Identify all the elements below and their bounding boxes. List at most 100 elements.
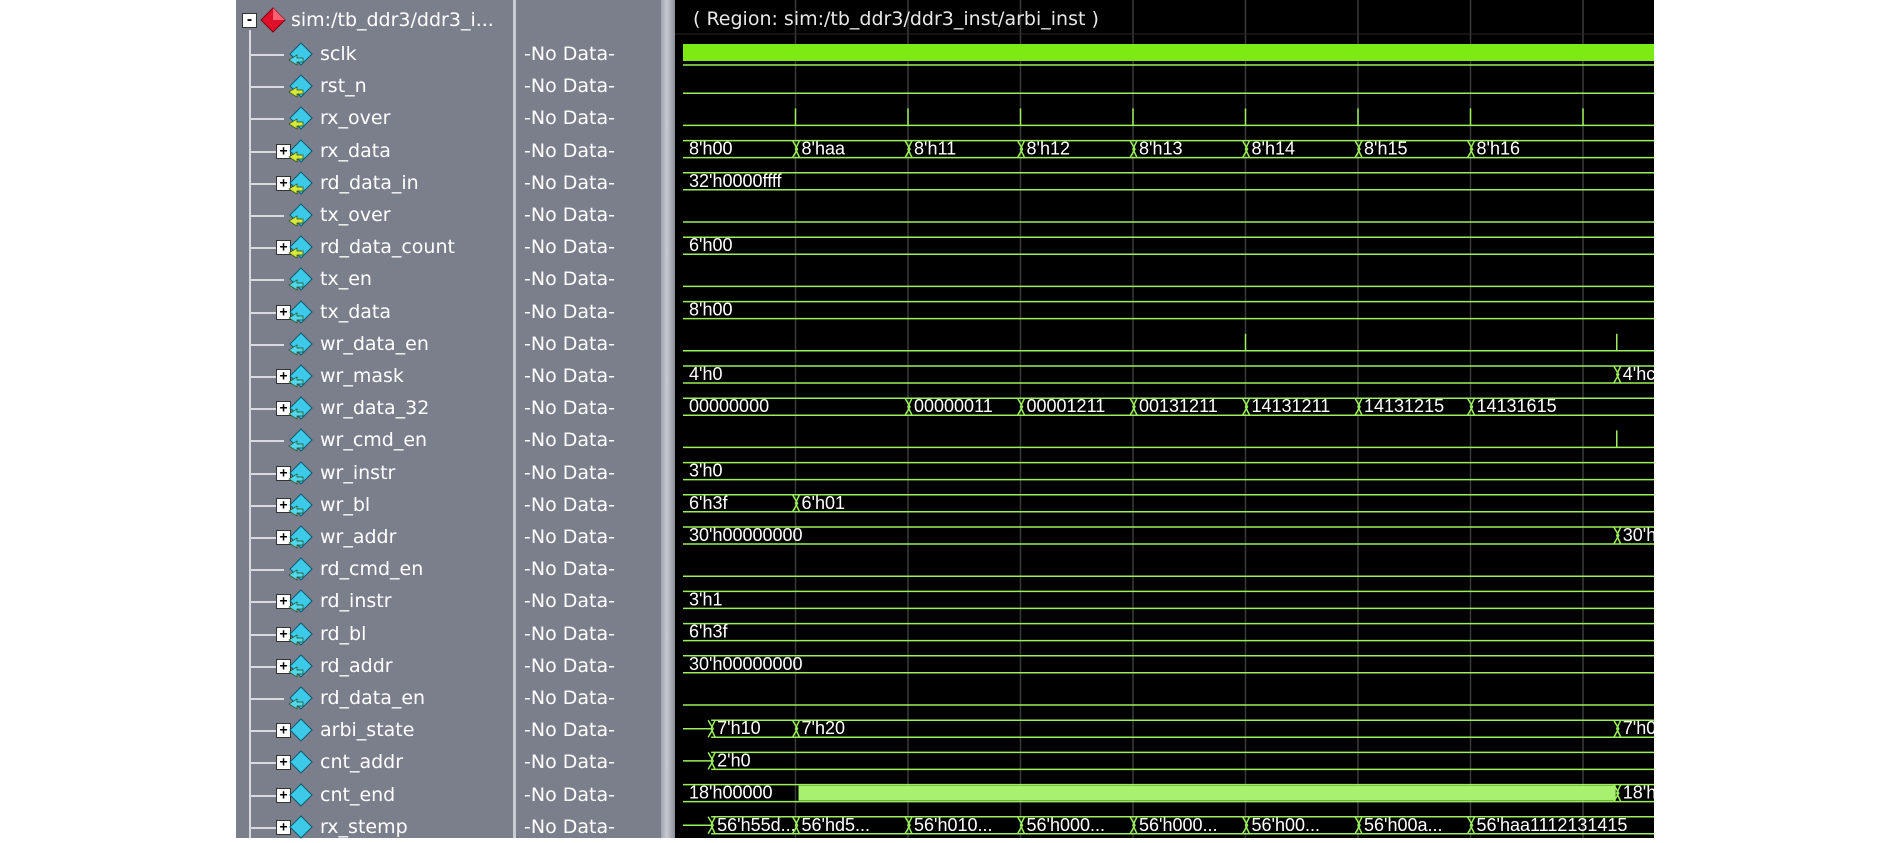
signal-row-rd-instr[interactable]: + rd_instr — [236, 585, 513, 617]
signal-row-rd-addr[interactable]: + rd_addr — [236, 650, 513, 682]
signal-row-wr-data-en[interactable]: wr_data_en — [236, 328, 513, 360]
signal-name: wr_instr — [320, 461, 396, 484]
bus-value-label: 56'h010... — [914, 815, 993, 835]
wave-wr-data-32[interactable]: 00000000 00000011 00001211 00131211 14131211… — [683, 396, 1654, 416]
bus-value-label: 7'h0 — [1623, 718, 1654, 738]
signal-name: wr_cmd_en — [320, 429, 428, 452]
signal-icon — [288, 74, 313, 98]
signal-value: -No Data- — [524, 397, 615, 420]
signal-row-arbi-state[interactable]: + arbi_state — [236, 714, 513, 746]
bus-value-label: 3'h1 — [689, 589, 722, 609]
signal-row-tx-over[interactable]: tx_over — [236, 199, 513, 231]
value-row: -No Data- — [516, 296, 661, 328]
signal-name: rst_n — [320, 75, 367, 98]
bus-value-label: 8'h00 — [689, 300, 732, 320]
signal-row-rd-data-in[interactable]: + rd_data_in — [236, 167, 513, 199]
signal-name: rd_data_count — [320, 236, 455, 259]
value-row: -No Data- — [516, 585, 661, 617]
bus-value-label: 8'h16 — [1477, 139, 1520, 159]
wave-rd-addr[interactable]: 30'h00000000 — [683, 654, 1654, 674]
signal-name: rx_data — [320, 139, 391, 162]
signal-value: -No Data- — [524, 332, 615, 355]
root-row[interactable]: - sim:/tb_ddr3/ddr3_i... — [236, 4, 513, 36]
bus-value-label: 00000011 — [914, 396, 993, 416]
signal-row-wr-addr[interactable]: + wr_addr — [236, 521, 513, 553]
wave-wr-addr[interactable]: 30'h00000000 30'h — [683, 525, 1654, 545]
value-row: -No Data- — [516, 521, 661, 553]
wave-rd-instr[interactable]: 3'h1 — [683, 589, 1654, 609]
value-pane: -No Data- -No Data- -No Data- -No Data- -No … — [516, 0, 661, 838]
signal-value: -No Data- — [524, 365, 615, 387]
signal-row-rd-data-en[interactable]: rd_data_en — [236, 682, 513, 714]
wave-tx-data[interactable]: 8'h00 — [683, 300, 1654, 320]
value-row: -No Data- — [516, 199, 661, 231]
bus-value-label: 7'h10 — [717, 718, 760, 738]
bus-value-label: 8'h11 — [914, 139, 956, 159]
bus-value-label: 14131615 — [1477, 396, 1557, 416]
tree-branch — [250, 215, 284, 217]
signal-row-wr-mask[interactable]: + wr_mask — [236, 360, 513, 392]
wave-rd-data-count[interactable]: 6'h00 — [683, 235, 1654, 255]
bus-transition — [1613, 719, 1622, 738]
wave-sclk[interactable] — [683, 44, 1654, 66]
signal-name: cnt_addr — [320, 751, 404, 774]
wave-wr-instr[interactable]: 3'h0 — [683, 461, 1654, 481]
waveform-pane[interactable]: 8'h00 8'haa 8'h11 8'h12 8'h13 8'h14 8'h15 8'h16… — [675, 0, 1654, 838]
value-row: -No Data- — [516, 360, 661, 392]
bus-value-label: 14131211 — [1252, 396, 1331, 416]
pane-splitter[interactable] — [661, 0, 675, 838]
region-label: ( Region: sim:/tb_ddr3/ddr3_inst/arbi_in… — [693, 8, 1099, 30]
signal-icon — [288, 460, 313, 485]
signal-icon — [288, 654, 313, 678]
bus-value-label: 56'hd5... — [802, 815, 871, 835]
wave-cnt-end[interactable]: 18'h00000 18'h — [683, 783, 1654, 803]
value-row: -No Data- — [516, 714, 661, 746]
signal-row-wr-instr[interactable]: + wr_instr — [236, 457, 513, 489]
signal-row-rd-bl[interactable]: + rd_bl — [236, 618, 513, 650]
signal-row-wr-data-32[interactable]: + wr_data_32 — [236, 392, 513, 424]
wave-wr-mask[interactable]: 4'h0 4'hc — [683, 364, 1654, 384]
wave-arbi-state[interactable]: 7'h10 7'h20 7'h0 — [683, 718, 1654, 738]
bus-value-label: 00001211 — [1027, 396, 1106, 416]
signal-row-tx-en[interactable]: tx_en — [236, 263, 513, 295]
signal-name: tx_data — [320, 300, 391, 323]
value-row: -No Data- — [516, 70, 661, 102]
wave-rx-over[interactable] — [683, 108, 1654, 127]
signal-row-cnt-addr[interactable]: + cnt_addr — [236, 746, 513, 778]
bus-value-label: 4'h0 — [689, 364, 722, 384]
waveform-canvas[interactable]: 8'h00 8'haa 8'h11 8'h12 8'h13 8'h14 8'h15 8'h16… — [675, 0, 1654, 838]
signal-name: rd_instr — [320, 590, 392, 613]
signal-value: -No Data- — [524, 300, 615, 323]
collapse-icon[interactable]: - — [242, 13, 257, 28]
signal-row-wr-bl[interactable]: + wr_bl — [236, 489, 513, 521]
root-label: sim:/tb_ddr3/ddr3_i... — [291, 9, 494, 31]
signal-row-rd-cmd-en[interactable]: rd_cmd_en — [236, 553, 513, 585]
signal-row-rx-data[interactable]: + rx_data — [236, 135, 513, 167]
signal-row-tx-data[interactable]: + tx_data — [236, 296, 513, 328]
signal-value: -No Data- — [524, 622, 615, 645]
tree-branch — [250, 343, 284, 346]
wave-rx-data[interactable]: 8'h00 8'haa 8'h11 8'h12 8'h13 8'h14 8'h15 8'h16 — [683, 139, 1654, 159]
wave-cnt-addr[interactable]: 2'h0 — [683, 750, 1654, 770]
signal-row-rx-over[interactable]: rx_over — [236, 102, 513, 134]
tree-branch — [250, 569, 284, 572]
wave-wr-cmd-en[interactable] — [683, 430, 1654, 449]
wave-wr-data-en[interactable] — [683, 333, 1654, 352]
wave-rd-data-in[interactable]: 32'h0000ffff — [683, 171, 1654, 191]
wave-wr-bl[interactable]: 6'h3f 6'h01 — [683, 493, 1654, 513]
wave-rd-bl[interactable]: 6'h3f — [683, 622, 1654, 642]
value-row: -No Data- — [516, 167, 661, 199]
signal-icon — [288, 525, 313, 549]
value-row: -No Data- — [516, 135, 661, 167]
signal-icon — [289, 750, 313, 775]
bus-value-label: 6'h3f — [689, 493, 728, 513]
signal-value: -No Data- — [524, 236, 615, 259]
signal-row-rst-n[interactable]: rst_n — [236, 70, 513, 102]
signal-row-sclk[interactable]: sclk — [236, 38, 513, 70]
signal-icon — [288, 396, 313, 420]
signal-row-cnt-end[interactable]: + cnt_end — [236, 779, 513, 811]
wave-rx-stemp[interactable]: 56'h55d... 56'hd5... 56'h010... 56'h000... 5… — [683, 815, 1654, 835]
signal-row-rd-data-count[interactable]: + rd_data_count — [236, 231, 513, 263]
signal-row-wr-cmd-en[interactable]: wr_cmd_en — [236, 424, 513, 456]
signal-name: wr_data_32 — [320, 397, 430, 420]
